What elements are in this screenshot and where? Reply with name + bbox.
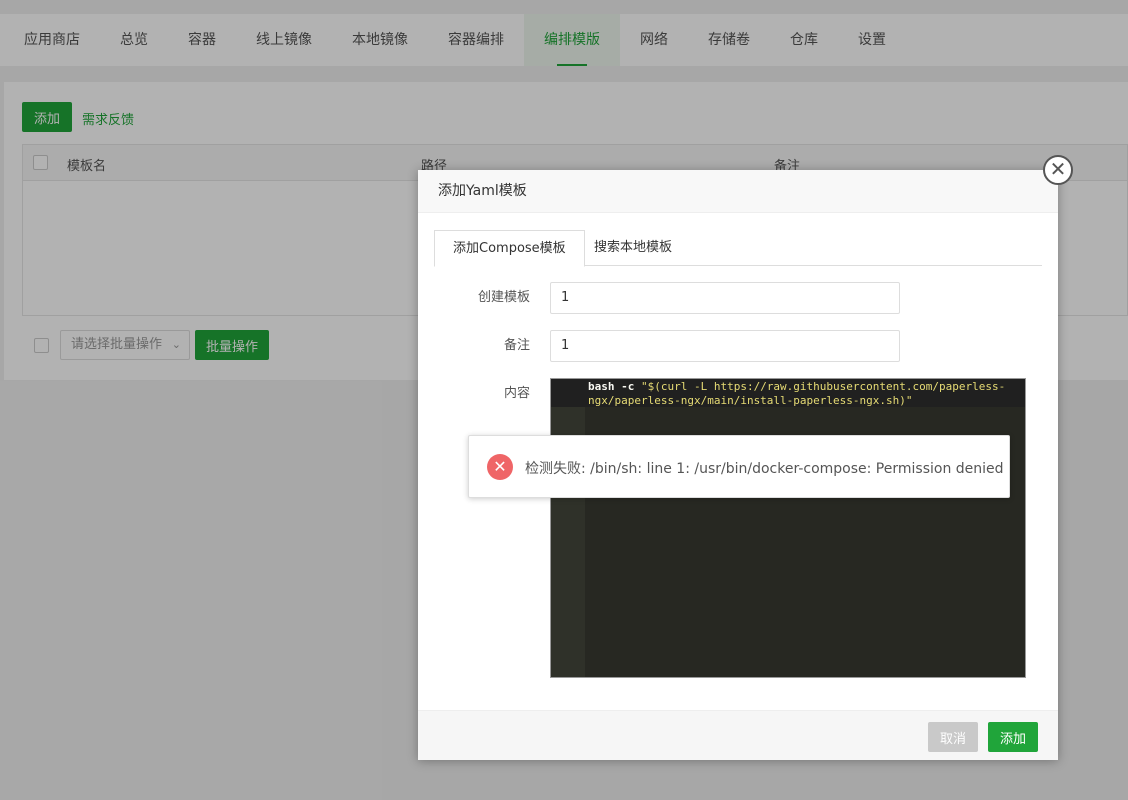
error-icon: ✕ [487, 454, 513, 480]
cancel-button[interactable]: 取消 [928, 722, 978, 752]
confirm-add-button[interactable]: 添加 [988, 722, 1038, 752]
remark-label: 备注 [503, 338, 530, 353]
remark-row: 备注 1 [418, 330, 1058, 362]
remark-input[interactable]: 1 [550, 330, 900, 362]
error-message: 检测失败: /bin/sh: line 1: /usr/bin/docker-c… [525, 461, 1004, 477]
template-name-input[interactable]: 1 [550, 282, 900, 314]
template-name-label: 创建模板 [477, 290, 530, 305]
error-toast: ✕ 检测失败: /bin/sh: line 1: /usr/bin/docker… [468, 435, 1010, 498]
close-icon[interactable]: ✕ [1043, 155, 1073, 185]
code-command: bash -c [588, 380, 641, 393]
dialog-title: 添加Yaml模板 [418, 170, 1058, 213]
template-name-row: 创建模板 1 [418, 282, 1058, 314]
dialog-footer: 取消 添加 [418, 710, 1058, 760]
code-argument: "$(curl -L https://raw.githubusercontent… [588, 380, 1006, 407]
tab-add-compose-template[interactable]: 添加Compose模板 [434, 230, 585, 267]
tab-search-local-template[interactable]: 搜索本地模板 [576, 230, 690, 266]
editor-code-line: bash -c "$(curl -L https://raw.githubuse… [588, 380, 1018, 408]
dialog-tabs: 添加Compose模板 搜索本地模板 [434, 230, 1042, 267]
line-number-gutter: 1 [551, 379, 585, 677]
yaml-code-editor[interactable]: 1 bash -c "$(curl -L https://raw.githubu… [550, 378, 1026, 678]
content-label: 内容 [503, 386, 530, 401]
